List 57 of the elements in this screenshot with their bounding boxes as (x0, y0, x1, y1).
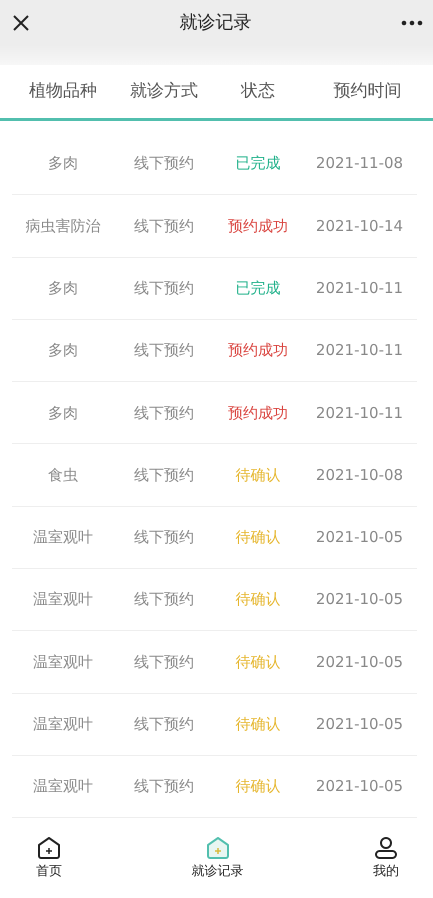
plant-cell-text: 多肉 (47, 278, 79, 299)
method-cell-text: 线下预约 (133, 589, 195, 610)
close-icon[interactable] (12, 14, 30, 32)
plant-cell-text: 食虫 (47, 464, 79, 486)
method-cell-text: 线下预约 (133, 527, 195, 548)
tab-item[interactable]: 我的 (373, 836, 399, 882)
method-cell-text: 线下预约 (133, 714, 195, 736)
house-icon (36, 836, 62, 860)
plant-cell-text: 温室观叶 (32, 652, 94, 673)
method-cell-text: 线下预约 (133, 216, 195, 237)
date-cell-text: 2021-10-05 (314, 652, 404, 673)
tab-item[interactable]: 首页 (36, 836, 62, 882)
status-cell-text: 待确认 (234, 589, 282, 610)
more-icon[interactable] (401, 20, 423, 26)
status-cell-text: 已完成 (234, 153, 282, 174)
status-cell-text: 预约成功 (227, 216, 289, 237)
method-cell-text: 线下预约 (133, 402, 195, 424)
column-header: 预约时间 (332, 80, 402, 103)
method-cell-text: 线下预约 (133, 464, 195, 486)
date-cell-text: 2021-10-11 (314, 340, 404, 362)
page-title: 就诊记录 (180, 12, 252, 34)
house-icon (204, 836, 230, 860)
method-cell-text: 线下预约 (133, 340, 195, 362)
person-icon (373, 836, 399, 860)
plant-cell-text: 温室观叶 (32, 527, 94, 548)
status-cell-text: 待确认 (234, 714, 282, 736)
status-cell-text: 待确认 (234, 776, 282, 798)
method-cell-text: 线下预约 (133, 153, 195, 174)
date-cell-text: 2021-10-05 (314, 589, 404, 610)
date-cell-text: 2021-10-05 (314, 776, 404, 798)
plant-cell-text: 多肉 (47, 402, 79, 424)
column-header: 状态 (240, 80, 276, 103)
date-cell-text: 2021-10-11 (314, 402, 404, 424)
plant-cell-text: 温室观叶 (32, 776, 94, 798)
status-cell-text: 待确认 (234, 527, 282, 548)
date-cell-text: 2021-10-11 (314, 278, 404, 299)
date-cell-text: 2021-10-05 (314, 527, 404, 548)
status-cell-text: 预约成功 (227, 402, 289, 424)
plant-cell-text: 多肉 (47, 153, 79, 174)
plant-cell-text: 病虫害防治 (24, 216, 102, 237)
method-cell-text: 线下预约 (133, 652, 195, 673)
plant-cell-text: 温室观叶 (32, 589, 94, 610)
method-cell-text: 线下预约 (133, 278, 195, 299)
plant-cell-text: 多肉 (47, 340, 79, 362)
status-cell-text: 预约成功 (227, 340, 289, 362)
column-header: 就诊方式 (129, 80, 199, 103)
status-cell-text: 待确认 (234, 464, 282, 486)
date-cell-text: 2021-11-08 (314, 153, 404, 174)
date-cell-text: 2021-10-14 (314, 216, 404, 237)
tab-item[interactable]: 就诊记录 (192, 836, 244, 882)
date-cell-text: 2021-10-08 (314, 464, 404, 486)
plant-cell-text: 温室观叶 (32, 714, 94, 736)
column-header: 植物品种 (28, 80, 98, 103)
date-cell-text: 2021-10-05 (314, 714, 404, 736)
status-cell-text: 待确认 (234, 652, 282, 673)
method-cell-text: 线下预约 (133, 776, 195, 798)
status-cell-text: 已完成 (234, 278, 282, 299)
